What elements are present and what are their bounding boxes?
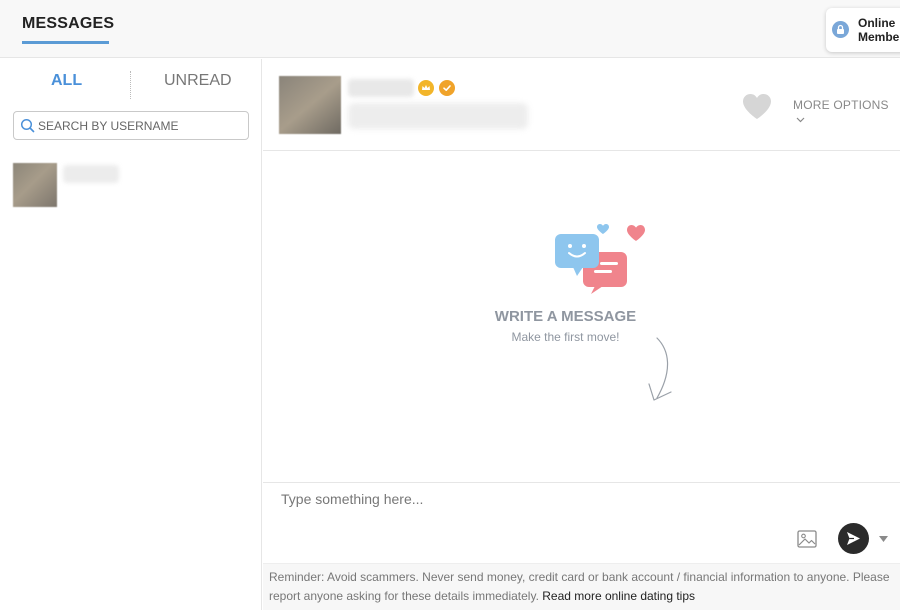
heart-icon[interactable] <box>742 93 772 120</box>
search-icon <box>20 118 35 133</box>
online-members-line1: Online <box>858 16 896 30</box>
top-header: MESSAGES Online Member <box>0 0 900 58</box>
blurred-profile-details <box>348 103 528 129</box>
chat-bubbles-illustration <box>555 224 645 294</box>
title-underline <box>22 41 109 44</box>
crown-badge-icon <box>418 80 434 96</box>
curved-arrow-icon <box>648 337 672 401</box>
send-icon <box>847 532 860 545</box>
online-members-button[interactable]: Online Member <box>826 8 900 52</box>
scam-reminder: Reminder: Avoid scammers. Never send mon… <box>263 563 900 610</box>
lock-icon <box>832 21 849 38</box>
profile-avatar[interactable] <box>279 76 341 134</box>
tab-divider <box>130 71 131 99</box>
chat-body: WRITE A MESSAGE Make the first move! <box>263 152 900 481</box>
avatar <box>13 163 57 207</box>
message-composer <box>263 482 900 562</box>
blurred-username <box>63 165 119 183</box>
conversation-list-item[interactable] <box>13 163 249 207</box>
send-button[interactable] <box>838 523 869 554</box>
online-members-line2: Member <box>858 30 900 44</box>
dating-tips-link[interactable]: Read more online dating tips <box>542 589 695 603</box>
verified-check-icon <box>439 80 455 96</box>
empty-state-subtitle: Make the first move! <box>511 330 620 344</box>
search-box[interactable] <box>13 111 249 140</box>
blurred-profile-name[interactable] <box>348 79 414 97</box>
message-input[interactable] <box>281 491 821 517</box>
conversation-sidebar: ALL UNREAD <box>0 59 262 610</box>
search-input[interactable] <box>38 116 243 136</box>
empty-state-title: WRITE A MESSAGE <box>494 308 637 325</box>
chat-header: MORE OPTIONS <box>263 59 900 151</box>
more-options-button[interactable]: MORE OPTIONS <box>793 98 900 126</box>
caret-down-icon[interactable] <box>878 535 889 543</box>
tab-all[interactable]: ALL <box>51 72 82 90</box>
page-title: MESSAGES <box>22 15 115 32</box>
image-icon[interactable] <box>797 530 817 548</box>
more-options-label: MORE OPTIONS <box>793 98 889 112</box>
chevron-down-icon <box>796 117 805 123</box>
tab-unread[interactable]: UNREAD <box>164 72 232 90</box>
